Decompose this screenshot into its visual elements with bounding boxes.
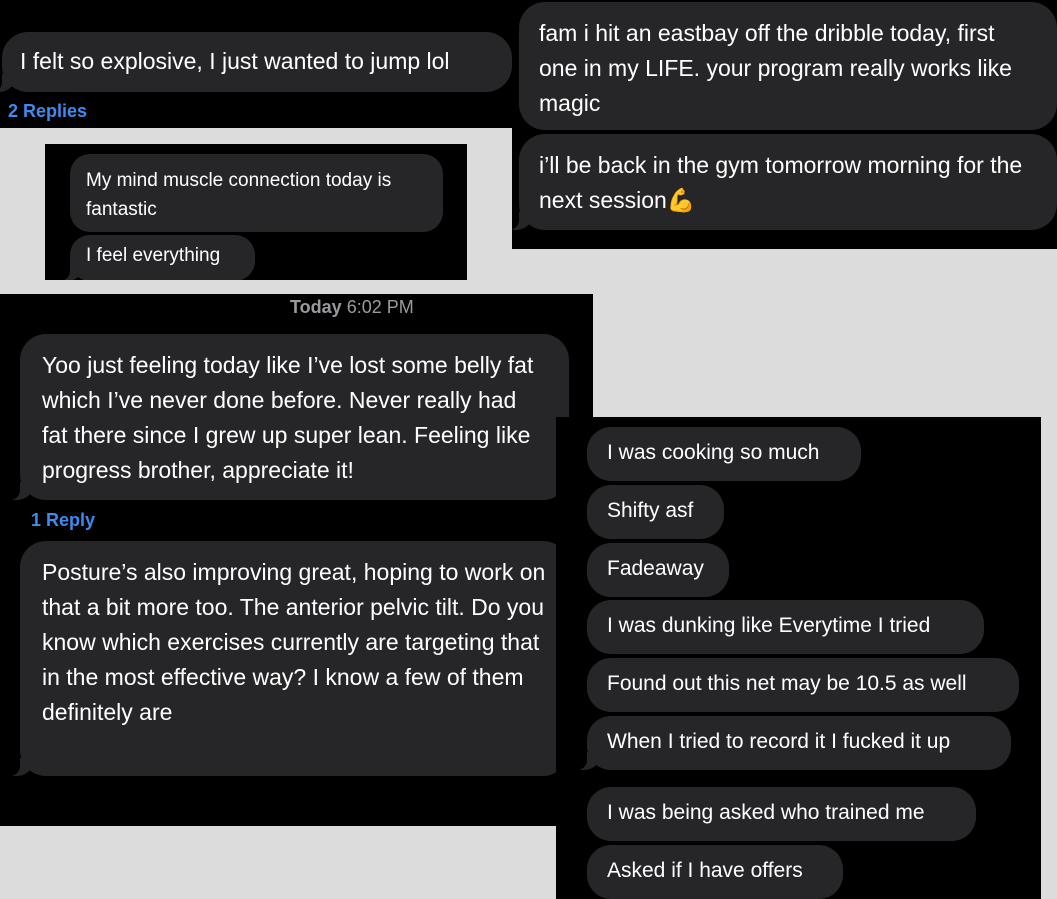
message-text: My mind muscle connection today is fanta… (86, 170, 392, 220)
message-text: Fadeaway (607, 557, 704, 580)
timestamp: Today 6:02 PM (290, 297, 414, 318)
message-bubble[interactable]: Asked if I have offers (587, 845, 843, 899)
message-text: Found out this net may be 10.5 as well (607, 672, 967, 695)
message-text: Asked if I have offers (607, 859, 803, 882)
message-bubble[interactable]: Shifty asf (587, 485, 724, 539)
message-text: I felt so explosive, I just wanted to ju… (20, 48, 450, 74)
replies-link[interactable]: 1 Reply (31, 510, 95, 531)
message-text: When I tried to record it I fucked it up (607, 730, 951, 753)
message-bubble[interactable]: Fadeaway (587, 543, 729, 597)
message-bubble[interactable]: I was cooking so much (587, 427, 861, 481)
message-text: I was cooking so much (607, 441, 820, 464)
message-text: Yoo just feeling today like I’ve lost so… (42, 352, 534, 483)
message-text: I was being asked who trained me (607, 801, 925, 824)
message-bubble[interactable]: Yoo just feeling today like I’ve lost so… (8, 334, 569, 500)
message-bubble[interactable]: I was being asked who trained me (587, 787, 976, 841)
timestamp-day: Today (290, 297, 342, 317)
flexed-biceps-emoji: 💪 (666, 187, 696, 213)
conversation-panel-explosive: I felt so explosive, I just wanted to ju… (0, 0, 540, 128)
message-bubble[interactable]: i’ll be back in the gym tomorrow morning… (512, 134, 1057, 230)
conversation-panel-cooking: I was cooking so much Shifty asf Fadeawa… (556, 417, 1041, 899)
message-bubble[interactable]: When I tried to record it I fucked it up (575, 716, 1011, 770)
message-bubble[interactable]: I feel everything (58, 235, 255, 280)
message-bubble[interactable]: Found out this net may be 10.5 as well (587, 658, 1019, 712)
conversation-panel-belly-fat: Today 6:02 PM Yoo just feeling today lik… (0, 294, 593, 826)
message-text: I feel everything (86, 245, 221, 266)
timestamp-time: 6:02 PM (346, 297, 414, 317)
conversation-panel-mind-muscle: My mind muscle connection today is fanta… (45, 144, 467, 280)
message-text: i’ll be back in the gym tomorrow morning… (539, 152, 1023, 213)
message-bubble[interactable]: My mind muscle connection today is fanta… (70, 154, 443, 232)
message-text: Shifty asf (607, 499, 694, 522)
message-bubble[interactable]: I was dunking like Everytime I tried (587, 600, 984, 654)
message-text: fam i hit an eastbay off the dribble tod… (539, 20, 1012, 116)
replies-link[interactable]: 2 Replies (8, 101, 87, 122)
message-bubble[interactable]: Posture’s also improving great, hoping t… (8, 541, 569, 776)
message-text: I was dunking like Everytime I tried (607, 614, 931, 637)
conversation-panel-eastbay: fam i hit an eastbay off the dribble tod… (512, 0, 1057, 249)
message-bubble[interactable]: I felt so explosive, I just wanted to ju… (0, 32, 512, 92)
message-bubble[interactable]: fam i hit an eastbay off the dribble tod… (519, 2, 1057, 130)
message-text: Posture’s also improving great, hoping t… (42, 559, 546, 725)
